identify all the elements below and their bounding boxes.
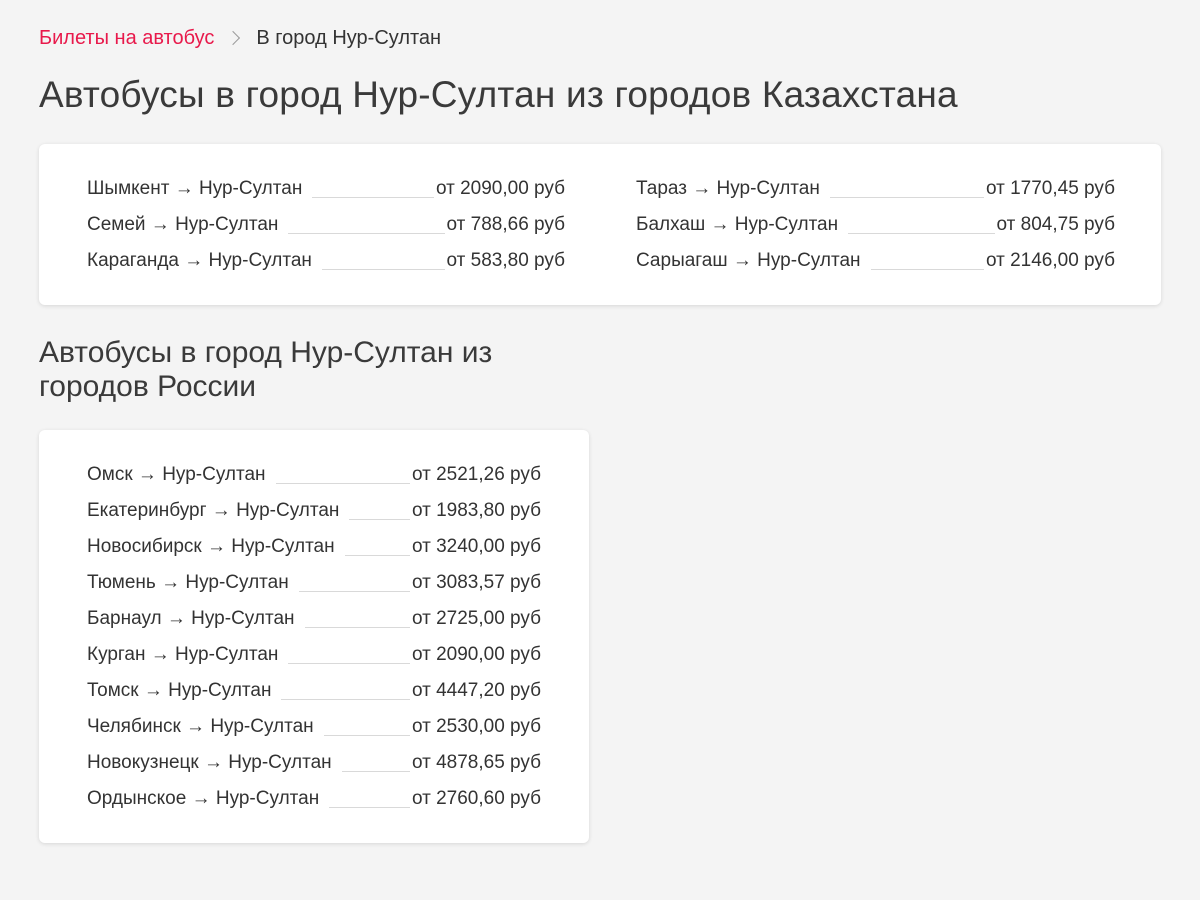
route-price: от 2725,00 руб — [411, 608, 541, 629]
dotted-leader — [870, 268, 984, 270]
route-link[interactable]: Тараз → Нур-Султан — [636, 178, 820, 200]
route-price: от 3083,57 руб — [411, 572, 541, 593]
route-item: Ордынское → Нур-Султан от 2760,60 руб — [87, 781, 541, 817]
route-price: от 1770,45 руб — [985, 178, 1115, 199]
route-link[interactable]: Семей → Нур-Султан — [87, 214, 278, 236]
route-item: Тюмень → Нур-Султан от 3083,57 руб — [87, 565, 541, 601]
dotted-leader — [848, 232, 995, 234]
russia-routes-list: Омск → Нур-Султан от 2521,26 руб Екатери… — [87, 457, 541, 817]
route-price: от 583,80 руб — [446, 250, 565, 271]
route-item: Балхаш → Нур-Султан от 804,75 руб — [636, 207, 1115, 243]
route-item: Караганда → Нур-Султан от 583,80 руб — [87, 243, 565, 279]
dotted-leader — [321, 268, 445, 270]
route-item: Семей → Нур-Султан от 788,66 руб — [87, 207, 565, 243]
route-item: Челябинск → Нур-Султан от 2530,00 руб — [87, 709, 541, 745]
dotted-leader — [288, 232, 445, 234]
route-link[interactable]: Барнаул → Нур-Султан — [87, 608, 295, 630]
dotted-leader — [349, 518, 410, 520]
route-link[interactable]: Екатеринбург → Нур-Султан — [87, 500, 339, 522]
route-price: от 804,75 руб — [996, 214, 1115, 235]
route-item: Томск → Нур-Султан от 4447,20 руб — [87, 673, 541, 709]
route-item: Шымкент → Нур-Султан от 2090,00 руб — [87, 171, 565, 207]
russia-routes-card: Омск → Нур-Султан от 2521,26 руб Екатери… — [39, 430, 589, 843]
route-link[interactable]: Омск → Нур-Султан — [87, 464, 266, 486]
route-link[interactable]: Новокузнецк → Нур-Султан — [87, 752, 332, 774]
route-price: от 2521,26 руб — [411, 464, 541, 485]
route-link[interactable]: Караганда → Нур-Султан — [87, 250, 312, 272]
route-link[interactable]: Томск → Нур-Султан — [87, 680, 271, 702]
dotted-leader — [304, 626, 410, 628]
route-price: от 2146,00 руб — [985, 250, 1115, 271]
route-price: от 2760,60 руб — [411, 788, 541, 809]
breadcrumb-current: В город Нур-Султан — [256, 26, 442, 49]
route-link[interactable]: Новосибирск → Нур-Султан — [87, 536, 335, 558]
route-item: Екатеринбург → Нур-Султан от 1983,80 руб — [87, 493, 541, 529]
kazakhstan-routes-right-column: Тараз → Нур-Султан от 1770,45 руб Балхаш… — [636, 171, 1115, 279]
page-title: Автобусы в город Нур-Султан из городов К… — [39, 74, 958, 115]
kazakhstan-routes-card: Шымкент → Нур-Султан от 2090,00 руб Семе… — [39, 144, 1161, 305]
dotted-leader — [323, 734, 410, 736]
dotted-leader — [275, 482, 410, 484]
route-link[interactable]: Балхаш → Нур-Султан — [636, 214, 838, 236]
route-item: Сарыагаш → Нур-Султан от 2146,00 руб — [636, 243, 1115, 279]
route-price: от 1983,80 руб — [411, 500, 541, 521]
dotted-leader — [298, 590, 410, 592]
dotted-leader — [829, 196, 984, 198]
kazakhstan-routes-left-column: Шымкент → Нур-Султан от 2090,00 руб Семе… — [87, 171, 565, 279]
route-item: Омск → Нур-Султан от 2521,26 руб — [87, 457, 541, 493]
route-price: от 2530,00 руб — [411, 716, 541, 737]
route-item: Новосибирск → Нур-Султан от 3240,00 руб — [87, 529, 541, 565]
route-item: Барнаул → Нур-Султан от 2725,00 руб — [87, 601, 541, 637]
breadcrumb-home-link[interactable]: Билеты на автобус — [39, 27, 214, 50]
route-item: Курган → Нур-Султан от 2090,00 руб — [87, 637, 541, 673]
route-price: от 2090,00 руб — [411, 644, 541, 665]
dotted-leader — [344, 554, 410, 556]
chevron-right-icon — [226, 30, 241, 46]
route-link[interactable]: Сарыагаш → Нур-Султан — [636, 250, 861, 272]
dotted-leader — [341, 770, 410, 772]
route-link[interactable]: Курган → Нур-Султан — [87, 644, 278, 666]
route-price: от 788,66 руб — [446, 214, 565, 235]
breadcrumb: Билеты на автобус В город Нур-Султан — [39, 24, 441, 52]
dotted-leader — [312, 196, 434, 198]
route-price: от 3240,00 руб — [411, 536, 541, 557]
dotted-leader — [281, 698, 410, 700]
route-item: Тараз → Нур-Султан от 1770,45 руб — [636, 171, 1115, 207]
route-link[interactable]: Ордынское → Нур-Султан — [87, 788, 319, 810]
route-item: Новокузнецк → Нур-Султан от 4878,65 руб — [87, 745, 541, 781]
route-link[interactable]: Тюмень → Нур-Султан — [87, 572, 289, 594]
route-price: от 4447,20 руб — [411, 680, 541, 701]
route-price: от 4878,65 руб — [411, 752, 541, 773]
route-price: от 2090,00 руб — [435, 178, 565, 199]
dotted-leader — [329, 806, 410, 808]
dotted-leader — [288, 662, 410, 664]
route-link[interactable]: Шымкент → Нур-Султан — [87, 178, 302, 200]
route-link[interactable]: Челябинск → Нур-Султан — [87, 716, 314, 738]
russia-section-title: Автобусы в город Нур-Султан из городов Р… — [39, 336, 493, 403]
